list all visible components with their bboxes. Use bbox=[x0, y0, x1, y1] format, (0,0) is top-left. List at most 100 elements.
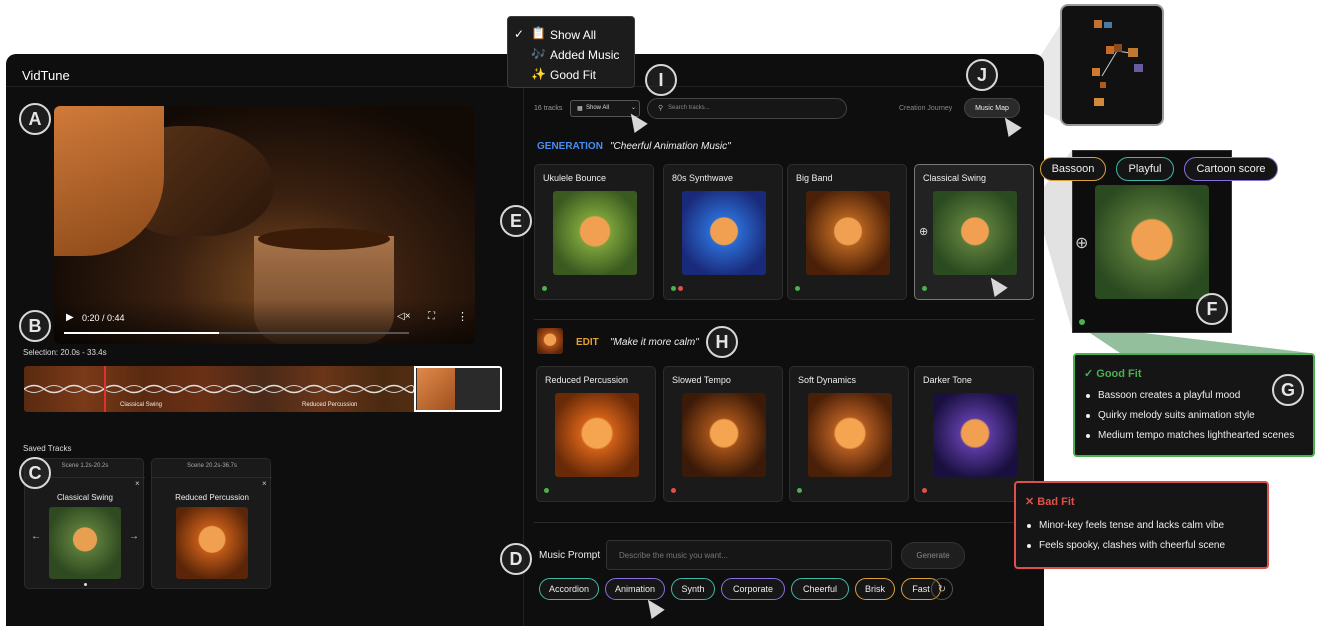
coffee-surface bbox=[258, 228, 390, 250]
track-card[interactable]: 80s Synthwave bbox=[663, 164, 783, 300]
track-title: Soft Dynamics bbox=[798, 375, 857, 385]
music-prompt-label: Music Prompt bbox=[539, 550, 601, 561]
arrow-left-icon[interactable]: ← bbox=[31, 531, 41, 542]
fit-indicator bbox=[671, 286, 676, 291]
arrow-right-icon[interactable]: → bbox=[129, 531, 139, 542]
music-icon: 🎶 bbox=[531, 47, 546, 61]
menu-item-good-fit[interactable]: Good Fit bbox=[550, 68, 596, 82]
video-progress-track[interactable] bbox=[64, 332, 409, 334]
track-title: 80s Synthwave bbox=[672, 173, 734, 183]
prompt-chip[interactable]: Synth bbox=[671, 578, 715, 600]
good-fit-panel: ✓ Good Fit Bassoon creates a playful moo… bbox=[1073, 353, 1315, 457]
music-prompt-input[interactable]: Describe the music you want... bbox=[606, 540, 892, 570]
track-title: Ukulele Bounce bbox=[543, 173, 607, 183]
filter-select-value: Show All bbox=[586, 105, 610, 111]
good-fit-reason: Bassoon creates a playful mood bbox=[1084, 390, 1294, 401]
track-count: 16 tracks bbox=[534, 105, 563, 112]
good-fit-title: ✓ Good Fit bbox=[1084, 368, 1142, 380]
marker-e: E bbox=[500, 205, 532, 237]
more-options-icon[interactable]: ⋮ bbox=[457, 310, 468, 323]
bad-fit-reason: Minor-key feels tense and lacks calm vib… bbox=[1025, 520, 1225, 531]
saved-tracks-heading: Saved Tracks bbox=[23, 444, 72, 453]
add-track-icon[interactable]: ⊕ bbox=[1075, 233, 1088, 253]
track-artwork bbox=[806, 191, 890, 275]
timeline-label-2: Reduced Percussion bbox=[302, 402, 358, 408]
remove-track-icon[interactable]: × bbox=[135, 479, 140, 488]
fit-indicator bbox=[922, 488, 927, 493]
music-map-graph bbox=[1092, 20, 1143, 106]
tag-bassoon: Bassoon bbox=[1040, 157, 1106, 181]
fullscreen-icon[interactable]: ⛶ bbox=[428, 311, 435, 322]
fit-indicator bbox=[542, 286, 547, 291]
bad-fit-reason: Feels spooky, clashes with cheerful scen… bbox=[1025, 540, 1225, 551]
track-artwork bbox=[555, 393, 639, 477]
saved-track-title: Classical Swing bbox=[56, 493, 114, 502]
fit-indicator bbox=[1079, 319, 1085, 325]
playhead[interactable] bbox=[104, 366, 106, 412]
track-card[interactable]: Ukulele Bounce bbox=[534, 164, 654, 300]
tag-cartoon-score: Cartoon score bbox=[1184, 157, 1278, 181]
video-time: 0:20 / 0:44 bbox=[82, 313, 125, 323]
track-card[interactable]: Big Band bbox=[787, 164, 907, 300]
marker-g: G bbox=[1272, 374, 1304, 406]
track-title: Big Band bbox=[796, 173, 833, 183]
app-title: VidTune bbox=[22, 68, 70, 83]
play-icon[interactable]: ▶ bbox=[66, 312, 74, 323]
video-player[interactable]: ▶ 0:20 / 0:44 ◁× ⛶ ⋮ bbox=[54, 106, 475, 344]
marker-j: J bbox=[966, 59, 998, 91]
marker-b: B bbox=[19, 310, 51, 342]
track-card[interactable]: Slowed Tempo bbox=[663, 366, 783, 502]
search-bar[interactable]: ⚲ Search tracks... bbox=[647, 98, 847, 119]
track-artwork bbox=[682, 191, 766, 275]
prompt-chip[interactable]: Accordion bbox=[539, 578, 599, 600]
menu-item-show-all[interactable]: Show All bbox=[550, 28, 596, 42]
generate-button[interactable]: Generate bbox=[901, 542, 965, 569]
marker-f: F bbox=[1196, 293, 1228, 325]
track-artwork bbox=[682, 393, 766, 477]
prompt-chip[interactable]: Cheerful bbox=[791, 578, 849, 600]
tag-playful: Playful bbox=[1116, 157, 1174, 181]
app-window: VidTune ▶ 0:20 / 0:44 ◁× ⛶ ⋮ Selection: … bbox=[6, 54, 1044, 626]
fit-indicator bbox=[678, 286, 683, 291]
prompt-chip[interactable]: Corporate bbox=[721, 578, 785, 600]
marker-i: I bbox=[645, 64, 677, 96]
saved-track-title: Reduced Percussion bbox=[175, 493, 249, 502]
sparkles-icon: ✨ bbox=[531, 67, 546, 81]
track-title: Reduced Percussion bbox=[545, 375, 629, 385]
generation-prompt: "Cheerful Animation Music" bbox=[610, 141, 731, 152]
edit-prompt: "Make it more calm" bbox=[610, 337, 699, 348]
bad-fit-reasons: Minor-key feels tense and lacks calm vib… bbox=[1025, 520, 1225, 560]
edit-source-thumbnail bbox=[537, 328, 563, 354]
search-input[interactable]: Search tracks... bbox=[668, 105, 710, 111]
mute-icon[interactable]: ◁× bbox=[397, 311, 411, 322]
track-artwork bbox=[808, 393, 892, 477]
filter-dropdown-menu: ✓ 📋 Show All 🎶 Added Music ✨ Good Fit bbox=[507, 16, 635, 88]
saved-track-artwork bbox=[49, 507, 121, 579]
clipboard-icon: 📋 bbox=[531, 26, 546, 40]
prompt-chip[interactable]: Brisk bbox=[855, 578, 895, 600]
video-progress-fill bbox=[64, 332, 220, 334]
track-artwork bbox=[553, 191, 637, 275]
fit-indicator bbox=[797, 488, 802, 493]
track-card[interactable]: Soft Dynamics bbox=[789, 366, 909, 502]
saved-track-artwork bbox=[176, 507, 248, 579]
track-title: Classical Swing bbox=[923, 173, 987, 183]
fit-indicator bbox=[544, 488, 549, 493]
check-icon: ✓ bbox=[514, 27, 525, 41]
music-prompt-placeholder: Describe the music you want... bbox=[619, 551, 728, 560]
marker-c: C bbox=[19, 457, 51, 489]
track-card-selected[interactable]: Classical Swing ⊕ bbox=[914, 164, 1034, 300]
refresh-icon[interactable]: ↻ bbox=[931, 578, 953, 600]
add-track-icon[interactable]: ⊕ bbox=[919, 225, 928, 238]
track-card[interactable]: Reduced Percussion bbox=[536, 366, 656, 502]
menu-item-added-music[interactable]: Added Music bbox=[550, 48, 619, 62]
track-artwork bbox=[933, 191, 1017, 275]
remove-track-icon[interactable]: × bbox=[262, 479, 267, 488]
timeline-strip[interactable]: Classical Swing Reduced Percussion bbox=[24, 366, 502, 412]
good-fit-reason: Medium tempo matches lighthearted scenes bbox=[1084, 430, 1294, 441]
creation-journey-button[interactable]: Creation Journey bbox=[899, 105, 952, 112]
saved-track-card[interactable]: Scene 20.2s-36.7s × Reduced Percussion bbox=[151, 458, 272, 589]
bad-fit-title: ✕ Bad Fit bbox=[1025, 496, 1075, 508]
generation-label: GENERATION bbox=[537, 141, 603, 152]
music-map-popup[interactable] bbox=[1060, 4, 1164, 126]
